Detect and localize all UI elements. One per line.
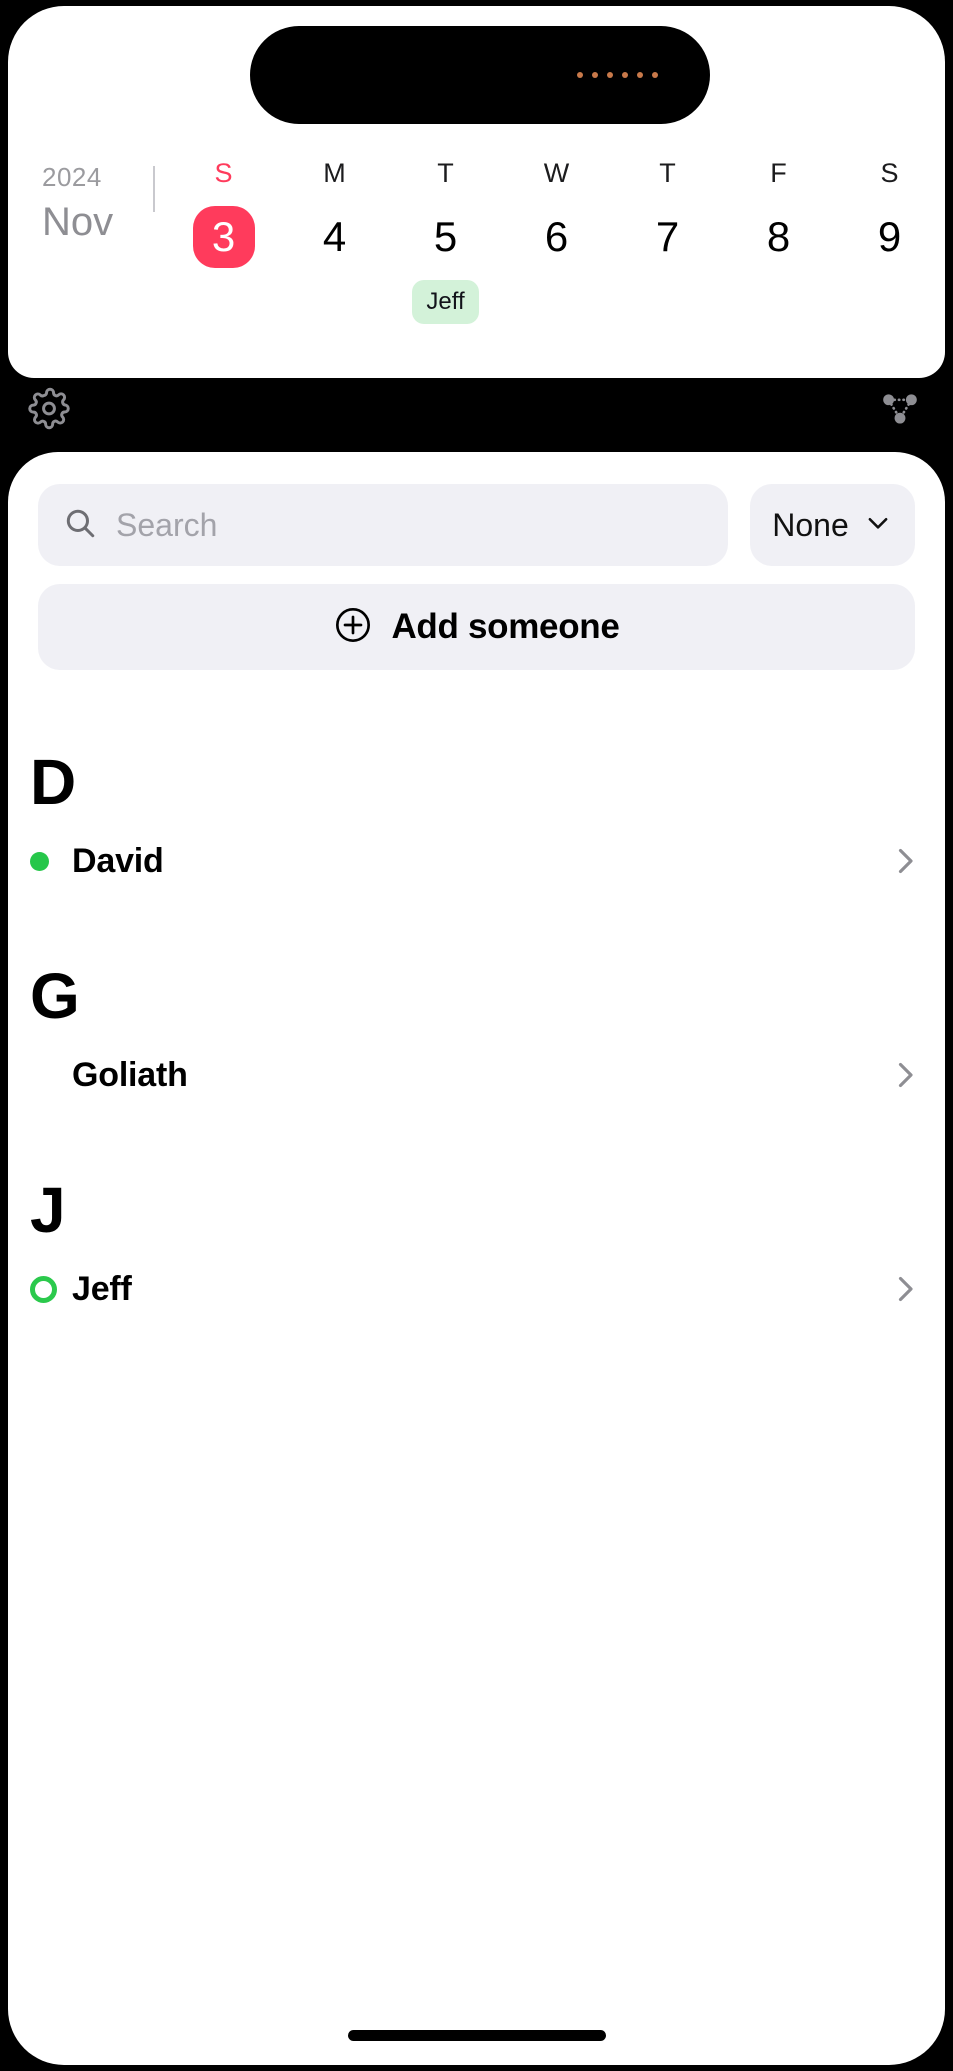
date-cell[interactable]: 7: [637, 206, 699, 268]
section-header-g: G: [30, 960, 80, 1032]
chevron-right-icon[interactable]: [887, 843, 923, 879]
status-dot-filled: [30, 851, 49, 871]
search-row: Search None: [38, 484, 915, 566]
date-cell[interactable]: 6: [526, 206, 588, 268]
chevron-down-icon: [863, 508, 893, 543]
event-chip-row: Jeff: [412, 280, 479, 326]
date-number: 5: [433, 213, 458, 260]
weekday-label: F: [770, 158, 787, 188]
filter-dropdown[interactable]: None: [750, 484, 915, 566]
section-header-j: J: [30, 1174, 66, 1246]
section-header-d: D: [30, 746, 76, 818]
contacts-list: D David G Goliath J Jeff: [8, 702, 945, 1332]
chevron-right-icon[interactable]: [887, 1057, 923, 1093]
week-strip: 2024 Nov S 3 M 4 T 5 Jeff W 6 T 7 F 8 S …: [8, 156, 945, 378]
date-number: 9: [877, 213, 902, 260]
search-input[interactable]: Search: [38, 484, 728, 566]
contact-row-david[interactable]: David: [8, 818, 945, 904]
date-cell[interactable]: 9: [859, 206, 921, 268]
date-cell[interactable]: 4: [304, 206, 366, 268]
island-activity-dots: [577, 72, 658, 78]
status-dot-ring: [30, 1275, 57, 1303]
filter-selected-value: None: [772, 506, 849, 543]
contacts-panel: Search None Add someone D David G Goliat…: [8, 452, 945, 2065]
chevron-right-icon[interactable]: [887, 1271, 923, 1307]
contact-name: David: [72, 841, 164, 880]
weekday-label: W: [543, 158, 570, 188]
plus-circle-icon: [333, 605, 373, 650]
calendar-day-column[interactable]: S 3: [168, 156, 279, 326]
calendar-year: 2024: [42, 162, 102, 192]
date-cell[interactable]: 8: [748, 206, 810, 268]
add-someone-label: Add someone: [391, 607, 620, 646]
network-share-icon[interactable]: [879, 388, 921, 435]
calendar-month: Nov: [42, 200, 114, 244]
status-indicator-cell: [30, 1275, 72, 1303]
calendar-day-column[interactable]: F 8: [723, 156, 834, 326]
date-number: 7: [655, 213, 680, 260]
contact-row-goliath[interactable]: Goliath: [8, 1032, 945, 1118]
calendar-day-column[interactable]: T 7: [612, 156, 723, 326]
calendar-day-column[interactable]: W 6: [501, 156, 612, 326]
calendar-day-column[interactable]: T 5 Jeff: [390, 156, 501, 326]
status-indicator-cell: [30, 851, 72, 871]
weekday-label: T: [437, 158, 454, 188]
weekday-label: T: [659, 158, 676, 188]
search-icon: [62, 505, 98, 546]
weekday-label: S: [214, 158, 233, 188]
calendar-day-grid: S 3 M 4 T 5 Jeff W 6 T 7 F 8 S 9: [168, 156, 945, 326]
calendar-divider: [153, 166, 155, 212]
black-toolbar: [0, 378, 953, 444]
date-number: 3: [211, 213, 236, 260]
calendar-panel: 2024 Nov S 3 M 4 T 5 Jeff W 6 T 7 F 8 S …: [8, 6, 945, 378]
search-placeholder: Search: [116, 506, 218, 543]
weekday-label: S: [880, 158, 899, 188]
calendar-day-column[interactable]: S 9: [834, 156, 945, 326]
home-indicator[interactable]: [347, 2030, 606, 2041]
event-chip-jeff[interactable]: Jeff: [412, 280, 479, 324]
contact-name: Goliath: [72, 1055, 188, 1094]
calendar-month-label: 2024 Nov: [42, 162, 152, 246]
dynamic-island[interactable]: [250, 26, 710, 124]
date-number: 8: [766, 213, 791, 260]
contact-row-jeff[interactable]: Jeff: [8, 1246, 945, 1332]
date-cell-today[interactable]: 3: [192, 206, 255, 268]
contact-name: Jeff: [72, 1269, 132, 1308]
add-someone-button[interactable]: Add someone: [38, 584, 915, 670]
date-number: 4: [322, 213, 347, 260]
calendar-day-column[interactable]: M 4: [279, 156, 390, 326]
gear-icon[interactable]: [28, 387, 70, 435]
date-number: 6: [544, 213, 569, 260]
device-frame: 2024 Nov S 3 M 4 T 5 Jeff W 6 T 7 F 8 S …: [0, 0, 953, 2071]
weekday-label: M: [323, 158, 346, 188]
date-cell[interactable]: 5: [415, 206, 477, 268]
